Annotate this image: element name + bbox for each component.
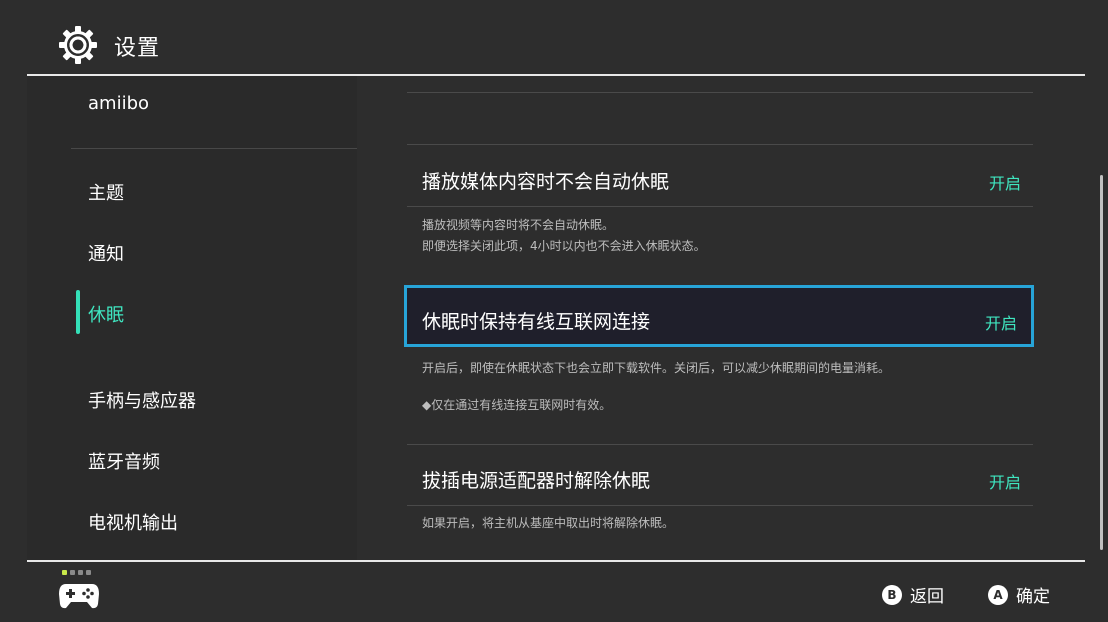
setting-value: 开启 bbox=[988, 473, 1021, 492]
b-button-icon: B bbox=[882, 584, 902, 605]
controller-icon[interactable] bbox=[58, 580, 100, 610]
setting-description: 如果开启，将主机从基座中取出时将解除休眠。 bbox=[422, 513, 674, 534]
sidebar-item-theme[interactable]: 主题 bbox=[88, 179, 124, 205]
setting-description: 播放视频等内容时将不会自动休眠。 即便选择关闭此项，4小时以内也不会进入休眠状态… bbox=[422, 215, 706, 257]
setting-row-wired-connection[interactable]: 休眠时保持有线互联网连接 开启 bbox=[404, 285, 1034, 347]
description-line: ◆仅在通过有线连接互联网时有效。 bbox=[422, 398, 612, 412]
a-button-icon: A bbox=[988, 584, 1008, 605]
gear-icon bbox=[59, 26, 97, 64]
page-title: 设置 bbox=[114, 36, 161, 61]
footer-divider bbox=[27, 560, 1085, 562]
row-divider bbox=[407, 444, 1033, 445]
setting-title: 播放媒体内容时不会自动休眠 bbox=[422, 171, 670, 193]
row-divider bbox=[407, 144, 1033, 145]
row-divider bbox=[407, 505, 1033, 506]
setting-title: 拔插电源适配器时解除休眠 bbox=[422, 470, 651, 492]
setting-value: 开启 bbox=[988, 174, 1021, 193]
description-line: 播放视频等内容时将不会自动休眠。 bbox=[422, 218, 615, 232]
settings-screen: 设置 amiibo 主题 通知 休眠 手柄与感应器 蓝牙音频 电视机输出 播放媒… bbox=[0, 0, 1108, 622]
description-line: 开启后，即使在休眠状态下也会立即下载软件。关闭后，可以减少休眠期间的电量消耗。 bbox=[422, 361, 891, 375]
sidebar-item-notifications[interactable]: 通知 bbox=[88, 240, 124, 266]
setting-description: 开启后，即使在休眠状态下也会立即下载软件。关闭后，可以减少休眠期间的电量消耗。 … bbox=[422, 358, 890, 416]
description-line: 即便选择关闭此项，4小时以内也不会进入休眠状态。 bbox=[422, 239, 706, 253]
sidebar-item-bluetooth-audio[interactable]: 蓝牙音频 bbox=[88, 448, 160, 474]
settings-panel: 播放媒体内容时不会自动休眠 开启 播放视频等内容时将不会自动休眠。 即便选择关闭… bbox=[357, 76, 1085, 560]
description-line: 如果开启，将主机从基座中取出时将解除休眠。 bbox=[422, 516, 675, 530]
sidebar-item-tv-output[interactable]: 电视机输出 bbox=[88, 509, 178, 535]
controller-player-indicator bbox=[62, 570, 91, 575]
back-label: 返回 bbox=[910, 587, 944, 607]
setting-value: 开启 bbox=[984, 314, 1017, 333]
sidebar-divider bbox=[71, 148, 357, 149]
back-button[interactable]: B 返回 bbox=[882, 582, 944, 607]
sidebar-item-sleep[interactable]: 休眠 bbox=[88, 301, 124, 327]
setting-title: 休眠时保持有线互联网连接 bbox=[422, 311, 651, 333]
sidebar-item-controllers[interactable]: 手柄与感应器 bbox=[88, 387, 196, 413]
header: 设置 bbox=[0, 0, 1108, 76]
sidebar-active-indicator bbox=[76, 290, 80, 334]
confirm-label: 确定 bbox=[1016, 587, 1050, 607]
confirm-button[interactable]: A 确定 bbox=[988, 582, 1050, 607]
sidebar-item-amiibo[interactable]: amiibo bbox=[88, 93, 149, 114]
scrollbar[interactable] bbox=[1100, 175, 1103, 550]
row-divider bbox=[407, 206, 1033, 207]
sidebar: amiibo 主题 通知 休眠 手柄与感应器 蓝牙音频 电视机输出 bbox=[27, 76, 357, 560]
row-divider bbox=[407, 92, 1033, 93]
